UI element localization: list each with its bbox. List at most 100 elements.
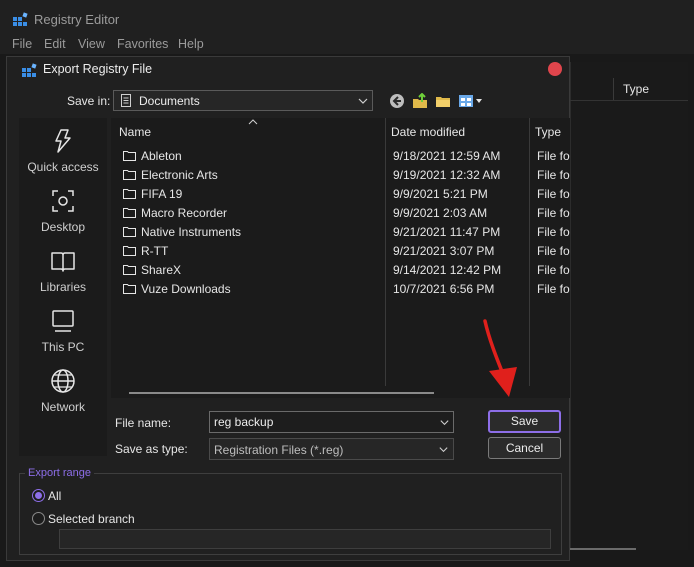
red-arrow-annotation — [483, 319, 517, 397]
folder-icon — [123, 227, 136, 237]
radio-selected-branch[interactable] — [32, 512, 45, 525]
file-name: Ableton — [141, 149, 182, 163]
place-label: Network — [40, 400, 85, 414]
save-as-type-dropdown[interactable]: Registration Files (*.reg) — [209, 438, 454, 460]
save-in-dropdown[interactable]: Documents — [113, 90, 373, 111]
folder-icon — [123, 170, 136, 180]
close-button[interactable] — [548, 62, 562, 76]
file-type: File fo — [537, 263, 570, 277]
folder-icon — [123, 208, 136, 218]
registry-type-column-header[interactable]: Type — [623, 82, 649, 96]
file-row[interactable]: ShareX 9/14/2021 12:42 PM File fo — [111, 260, 570, 279]
back-icon[interactable] — [389, 93, 405, 109]
file-row[interactable]: FIFA 19 9/9/2021 5:21 PM File fo — [111, 184, 570, 203]
file-name: FIFA 19 — [141, 187, 183, 201]
folder-icon — [123, 246, 136, 256]
file-date: 9/9/2021 5:21 PM — [393, 187, 488, 201]
folder-icon — [123, 284, 136, 294]
chevron-down-icon — [358, 98, 368, 104]
dialog-title-bar: Export Registry File — [7, 57, 569, 81]
file-name: Macro Recorder — [141, 206, 228, 220]
up-folder-icon[interactable] — [412, 93, 428, 109]
network-icon — [51, 369, 75, 393]
save-as-type-value: Registration Files (*.reg) — [214, 443, 344, 457]
file-name: Vuze Downloads — [141, 282, 231, 296]
registry-scrollbar[interactable] — [570, 548, 636, 550]
menu-favorites[interactable]: Favorites — [117, 37, 168, 51]
file-type: File fo — [537, 282, 570, 296]
save-button[interactable]: Save — [488, 410, 561, 433]
new-folder-icon[interactable] — [435, 93, 451, 109]
file-row[interactable]: Electronic Arts 9/19/2021 12:32 AM File fo — [111, 165, 570, 184]
file-row[interactable]: Native Instruments 9/21/2021 11:47 PM File… — [111, 222, 570, 241]
place-desktop[interactable]: Desktop — [19, 184, 107, 242]
file-name: Native Instruments — [141, 225, 242, 239]
place-label: Desktop — [40, 220, 86, 234]
desktop-icon — [52, 190, 74, 212]
registry-header-line — [570, 100, 688, 101]
file-name: Electronic Arts — [141, 168, 218, 182]
file-date: 9/18/2021 12:59 AM — [393, 149, 501, 163]
save-in-value: Documents — [139, 94, 200, 108]
export-range-legend: Export range — [25, 467, 94, 479]
registry-values-pane[interactable] — [570, 62, 688, 550]
column-header-date[interactable]: Date modified — [391, 125, 465, 139]
column-header-type[interactable]: Type — [535, 125, 561, 139]
file-date: 9/21/2021 3:07 PM — [393, 244, 495, 258]
pin-icon — [55, 129, 71, 153]
place-quick-access[interactable]: Quick access — [19, 124, 107, 182]
file-date: 9/9/2021 2:03 AM — [393, 206, 488, 220]
file-type: File fo — [537, 187, 570, 201]
view-menu-icon[interactable] — [458, 93, 484, 109]
menu-file[interactable]: File — [12, 37, 32, 51]
file-name: ShareX — [141, 263, 182, 277]
file-row[interactable]: Vuze Downloads 10/7/2021 6:56 PM File fo — [111, 279, 570, 298]
chevron-down-icon — [439, 447, 448, 453]
radio-all[interactable] — [32, 489, 45, 502]
file-name: R-TT — [141, 244, 169, 258]
file-date: 10/7/2021 6:56 PM — [393, 282, 495, 296]
horizontal-scrollbar[interactable] — [129, 392, 434, 394]
menu-view[interactable]: View — [78, 37, 105, 51]
place-this-pc[interactable]: This PC — [19, 304, 107, 362]
file-date: 9/21/2021 11:47 PM — [393, 225, 501, 239]
radio-all-label[interactable]: All — [48, 489, 61, 503]
place-label: This PC — [41, 340, 85, 354]
column-header-name[interactable]: Name — [119, 125, 151, 139]
cancel-button[interactable]: Cancel — [488, 437, 561, 459]
file-type: File fo — [537, 206, 570, 220]
selected-branch-input[interactable] — [59, 529, 551, 549]
file-type: File fo — [537, 168, 570, 182]
place-label: Libraries — [39, 280, 87, 294]
place-network[interactable]: Network — [19, 364, 107, 422]
file-date: 9/14/2021 12:42 PM — [393, 263, 502, 277]
file-name-label: File name: — [115, 416, 172, 430]
file-type: File fo — [537, 149, 570, 163]
registry-column-divider — [613, 78, 614, 100]
radio-selected-branch-label[interactable]: Selected branch — [48, 512, 135, 526]
registry-menu-bar: File Edit View Favorites Help — [0, 36, 694, 54]
folder-icon — [123, 265, 136, 275]
file-type: File fo — [537, 225, 570, 239]
place-libraries[interactable]: Libraries — [19, 244, 107, 302]
chevron-down-icon[interactable] — [439, 417, 450, 428]
export-dialog: Export Registry File Save in: Documents … — [6, 56, 570, 561]
dialog-title: Export Registry File — [43, 62, 153, 76]
file-name-input[interactable] — [209, 411, 454, 433]
registry-dialog-icon — [22, 63, 37, 77]
menu-help[interactable]: Help — [178, 37, 204, 51]
place-label: Quick access — [27, 160, 99, 174]
folder-icon — [123, 151, 136, 161]
file-row[interactable]: Macro Recorder 9/9/2021 2:03 AM File fo — [111, 203, 570, 222]
libraries-icon — [51, 252, 75, 272]
save-in-label: Save in: — [67, 94, 111, 108]
sort-ascending-icon — [248, 119, 258, 125]
menu-edit[interactable]: Edit — [44, 37, 66, 51]
registry-window-title: Registry Editor — [34, 12, 120, 27]
file-row[interactable]: Ableton 9/18/2021 12:59 AM File fo — [111, 146, 570, 165]
file-row[interactable]: R-TT 9/21/2021 3:07 PM File fo — [111, 241, 570, 260]
file-type: File fo — [537, 244, 570, 258]
save-as-type-label: Save as type: — [115, 442, 188, 456]
folder-icon — [123, 189, 136, 199]
places-sidebar: Quick access Desktop Libraries This PC N… — [19, 118, 107, 456]
